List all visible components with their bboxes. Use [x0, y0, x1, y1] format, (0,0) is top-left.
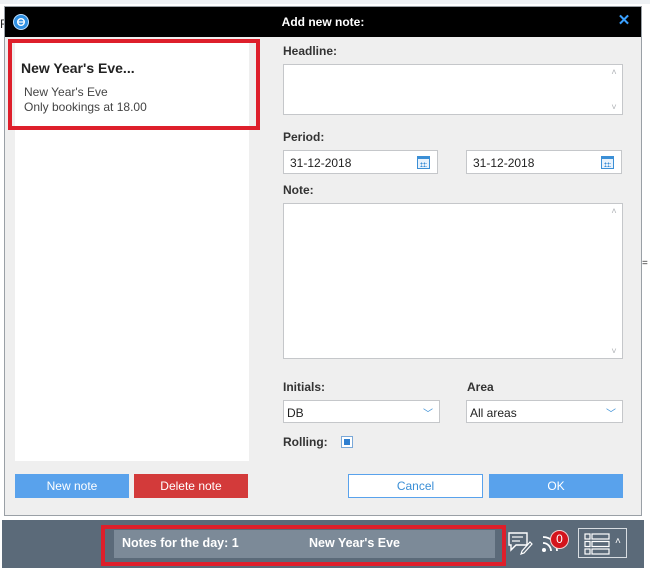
period-from-input[interactable]: 31-12-2018 — [283, 150, 438, 174]
bottom-status-bar: Notes for the day: 1 New Year's Eve 0 ˄ — [2, 520, 644, 568]
note-scrollbar[interactable]: ˄ ˅ — [609, 206, 619, 356]
delete-note-button[interactable]: Delete note — [134, 474, 248, 498]
period-to-value: 31-12-2018 — [473, 156, 535, 170]
notes-count-text: Notes for the day: 1 — [122, 536, 239, 550]
note-edit-icon[interactable] — [507, 531, 533, 560]
new-note-button[interactable]: New note — [15, 474, 129, 498]
note-label: Note: — [283, 183, 314, 197]
scroll-down-icon[interactable]: ˅ — [609, 346, 619, 356]
dialog-titlebar: Add new note: ✕ — [5, 7, 641, 37]
chevron-down-icon: ﹀ — [606, 409, 616, 420]
initials-label: Initials: — [283, 380, 326, 394]
initials-select[interactable]: DB ﹀ — [283, 400, 440, 423]
note-card-line: New Year's Eve — [24, 85, 108, 99]
area-label: Area — [467, 380, 494, 394]
host-app-top-strip — [0, 0, 650, 4]
area-select[interactable]: All areas ﹀ — [466, 400, 623, 423]
period-from-value: 31-12-2018 — [290, 156, 352, 170]
notification-badge[interactable]: 0 — [550, 530, 569, 549]
ok-button[interactable]: OK — [489, 474, 623, 498]
notes-list: New Year's Eve... New Year's Eve Only bo… — [15, 43, 249, 461]
rolling-label: Rolling: — [283, 435, 328, 449]
note-card-line: Only bookings at 18.00 — [24, 100, 147, 114]
scroll-up-icon[interactable]: ˄ — [609, 206, 619, 216]
rolling-checkbox[interactable] — [341, 436, 353, 448]
note-textarea[interactable]: ˄ ˅ — [283, 203, 623, 359]
layout-button[interactable]: ˄ — [578, 528, 627, 558]
calendar-icon[interactable] — [417, 156, 430, 169]
headline-label: Headline: — [283, 44, 338, 58]
close-icon[interactable]: ✕ — [617, 13, 631, 29]
scroll-down-icon[interactable]: ˅ — [609, 102, 619, 112]
period-to-input[interactable]: 31-12-2018 — [466, 150, 622, 174]
calendar-icon[interactable] — [601, 156, 614, 169]
initials-value: DB — [287, 406, 304, 420]
chevron-up-icon: ˄ — [615, 536, 621, 547]
notes-summary[interactable]: Notes for the day: 1 New Year's Eve — [114, 530, 495, 558]
dialog-title: Add new note: — [281, 15, 365, 29]
add-note-dialog: Add new note: ✕ New Year's Eve... New Ye… — [4, 6, 642, 516]
headline-scrollbar[interactable]: ˄ ˅ — [609, 67, 619, 112]
first-note-text: New Year's Eve — [309, 536, 401, 550]
headline-input[interactable]: ˄ ˅ — [283, 64, 623, 115]
screen: F = Add new note: ✕ New Year's Eve... Ne… — [0, 0, 650, 578]
period-label: Period: — [283, 130, 325, 144]
chevron-down-icon: ﹀ — [423, 409, 433, 420]
area-value: All areas — [470, 406, 517, 420]
host-app-right-partial-text: = — [642, 258, 648, 269]
scroll-up-icon[interactable]: ˄ — [609, 67, 619, 77]
note-card[interactable]: New Year's Eve... New Year's Eve Only bo… — [15, 43, 249, 129]
cancel-button[interactable]: Cancel — [348, 474, 483, 498]
note-card-title: New Year's Eve... — [21, 60, 135, 76]
